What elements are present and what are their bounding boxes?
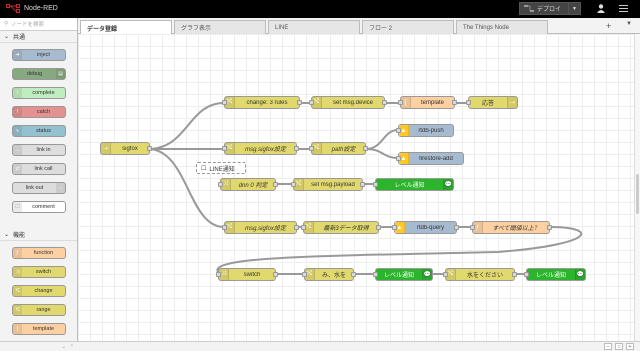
template-icon: { — [13, 324, 22, 334]
category-label: 機能 — [13, 233, 26, 239]
flow-node-level-notify-3[interactable]: レベル通知 💬 — [524, 268, 586, 281]
palette-node-debug[interactable]: debug ▤ — [12, 68, 66, 80]
canvas-footer: − ○ + — [78, 341, 640, 351]
flow-node-template[interactable]: {template — [398, 96, 457, 109]
flow-node-all-over-threshold[interactable]: ƒ すべて閾値以上？ — [470, 221, 552, 234]
deploy-icon — [524, 5, 534, 12]
zoom-in-icon[interactable]: + — [626, 343, 634, 350]
flow-node-msg-sigfox-set-1[interactable]: ⤭ msg.sigfox設定 — [222, 142, 299, 155]
flow-node-rtdb-push[interactable]: ▲ rtdb-push — [396, 124, 454, 137]
workspace-tabs: データ登録 グラフ表示 LINE フロー 2 The Things Node +… — [78, 18, 640, 35]
palette-node-range[interactable]: ⤭ range — [12, 304, 66, 316]
app-logo: Node-RED — [6, 4, 58, 13]
palette-node-comment[interactable]: ☐ comment — [12, 201, 66, 213]
app-header: Node-RED デプロイ ▼ — [0, 0, 640, 18]
chevron-down-icon: ⌄ — [4, 34, 10, 40]
palette-node-function[interactable]: ƒ function — [12, 247, 66, 259]
http-response-icon: ⇢ — [507, 97, 517, 108]
alert-icon: ! — [13, 107, 22, 117]
flow-node-msg-sigfox-set-2[interactable]: ⤭ msg.sigfox設定 — [222, 221, 299, 234]
flow-node-level-notify-1[interactable]: レベル通知 💬 — [373, 178, 454, 191]
main-menu-icon[interactable] — [614, 2, 632, 15]
link-icon: → — [13, 145, 22, 155]
node-red-logo-icon — [6, 4, 20, 13]
comment-icon: ☐ — [13, 202, 22, 212]
flow-node-set-msg-payload[interactable]: ⤭ set msg.payload — [291, 178, 365, 191]
palette-search-input[interactable]: ⚲ ノードを検索 — [0, 18, 77, 31]
flow-node-sigfox[interactable]: ⇢ sigfox — [100, 142, 152, 155]
palette-node-link-call[interactable]: ⇄ link call — [12, 163, 66, 175]
link-out-icon: → — [56, 183, 65, 193]
user-icon[interactable] — [594, 2, 608, 15]
sigfox-icon: ⇢ — [101, 143, 111, 154]
palette-node-link-out[interactable]: link out → — [12, 182, 66, 194]
flow-node-set-msg-device[interactable]: ⤭ set msg.device — [309, 96, 387, 109]
tab-graph[interactable]: グラフ表示 — [174, 20, 266, 34]
flow-node-mizu-wo[interactable]: ⤭ み、水を — [302, 268, 356, 281]
flow-comment-line-notify[interactable]: ☐ LINE通知 — [196, 162, 246, 174]
expand-all-icon[interactable]: ⌃ — [70, 344, 74, 350]
pulse-icon: ∿ — [13, 126, 22, 136]
zoom-out-icon[interactable]: − — [604, 343, 612, 350]
zoom-reset-icon[interactable]: ○ — [615, 343, 623, 350]
palette-node-status[interactable]: ∿ status — [12, 125, 66, 137]
line-chat-icon: 💬 — [422, 269, 432, 280]
palette-node-switch[interactable]: ⤨ switch — [12, 266, 66, 278]
palette-node-catch[interactable]: ! catch — [12, 106, 66, 118]
flow-node-firestore-add[interactable]: ▲ firestore-add — [396, 152, 464, 165]
flow-node-dnn-check[interactable]: ⤨ dnn 0 判定 — [218, 178, 278, 191]
palette-node-link-in[interactable]: → link in — [12, 144, 66, 156]
flow-node-level-notify-2[interactable]: レベル通知 💬 — [373, 268, 433, 281]
palette-sidebar: ⚲ ノードを検索 ⌄ 共通 ➜ inject debug ▤ ! complete !… — [0, 18, 78, 351]
palette-category-common[interactable]: ⌄ 共通 — [0, 31, 77, 43]
link-call-icon: ⇄ — [13, 164, 22, 174]
flow-node-rtdb-query[interactable]: ▲ rtdb-query — [392, 221, 459, 234]
category-label: 共通 — [13, 35, 26, 41]
flow-node-latest-3-data[interactable]: ⤭ 最新3データ取得 — [301, 221, 381, 234]
palette-node-change[interactable]: ⤭ change — [12, 285, 66, 297]
filter-icon: ⚲ — [4, 21, 9, 27]
palette-category-function[interactable]: ⌄ 機能 — [0, 229, 77, 241]
collapse-all-icon[interactable]: ⌄ — [62, 344, 66, 350]
tab-flow-2[interactable]: フロー 2 — [362, 20, 454, 34]
app-title: Node-RED — [24, 5, 58, 12]
switch-icon: ⤨ — [13, 267, 22, 277]
tab-list-icon[interactable]: ▼ — [626, 21, 632, 27]
palette-footer: ⌄ ⌃ — [0, 341, 78, 351]
debug-icon: ▤ — [56, 69, 65, 79]
tab-line[interactable]: LINE — [268, 20, 360, 34]
tab-things-node[interactable]: The Things Node — [456, 20, 548, 34]
flow-node-path-set[interactable]: ⤭ path設定 — [309, 142, 368, 155]
comment-icon: ☐ — [201, 165, 207, 172]
flow-canvas[interactable]: ⇢ sigfox ⤭ change: 3 rules ⤭ set msg.device… — [78, 34, 634, 341]
flow-node-response[interactable]: 応答 ⇢ — [466, 96, 518, 109]
function-icon: ƒ — [13, 248, 22, 258]
line-chat-icon: 💬 — [575, 269, 585, 280]
arrow-icon: ➜ — [13, 50, 22, 60]
palette-node-inject[interactable]: ➜ inject — [12, 49, 66, 61]
palette-search-placeholder: ノードを検索 — [11, 22, 45, 28]
range-icon: ⤭ — [13, 305, 22, 315]
chevron-down-icon: ⌄ — [4, 232, 10, 238]
deploy-label: デプロイ — [537, 7, 562, 13]
exclamation-icon: ! — [13, 88, 22, 98]
flow-node-switch[interactable]: ⤨ switch — [216, 268, 278, 281]
palette-node-template[interactable]: {template — [12, 323, 66, 335]
add-tab-icon[interactable]: + — [606, 21, 611, 31]
tab-data-register[interactable]: データ登録 — [80, 20, 172, 35]
palette-node-complete[interactable]: ! complete — [12, 87, 66, 99]
deploy-button[interactable]: デプロイ ▼ — [519, 2, 581, 15]
deploy-menu-caret-icon[interactable]: ▼ — [568, 3, 580, 14]
line-chat-icon: 💬 — [443, 179, 453, 190]
shuffle-icon: ⤭ — [13, 286, 22, 296]
flow-node-change-3-rules[interactable]: ⤭ change: 3 rules — [222, 96, 302, 109]
canvas-vertical-scrollbar[interactable] — [634, 34, 640, 341]
flow-node-mizu-kudasai[interactable]: ⤭ 水をください — [443, 268, 517, 281]
